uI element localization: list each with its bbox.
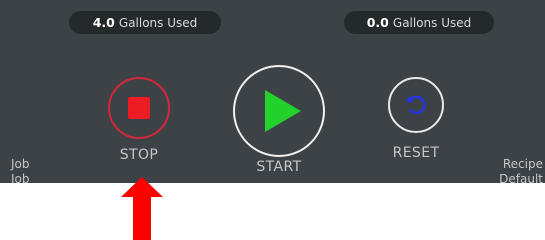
reset-label: RESET <box>392 145 440 161</box>
start-button-circle[interactable] <box>233 65 325 157</box>
recipe-value: Default <box>499 172 543 183</box>
recipe-heading: Recipe <box>502 157 543 171</box>
play-triangle-icon <box>265 90 301 132</box>
rotate-ccw-icon <box>405 95 426 114</box>
gallons-value-left: 4.0 <box>92 15 115 30</box>
start-label: START <box>256 159 302 175</box>
job-heading: Job <box>11 157 30 171</box>
gallons-unit-left: Gallons Used <box>118 15 198 30</box>
gallons-unit-right: Gallons Used <box>392 15 472 30</box>
start-button[interactable]: START <box>233 65 325 175</box>
control-panel: 4.0 Gallons Used 0.0 Gallons Used STOP S… <box>0 0 545 183</box>
up-arrow-icon <box>121 177 163 240</box>
reset-button-circle[interactable] <box>388 77 444 133</box>
job-info: Job Job <box>11 157 30 183</box>
recipe-info: Recipe Default <box>499 157 543 183</box>
gallons-used-right-badge: 0.0 Gallons Used <box>344 11 494 34</box>
gallons-used-left-badge: 4.0 Gallons Used <box>69 11 221 34</box>
reset-button[interactable]: RESET <box>388 77 444 161</box>
stop-square-icon <box>128 97 150 119</box>
stop-button-circle[interactable] <box>108 77 170 139</box>
stop-button[interactable]: STOP <box>108 77 170 163</box>
gallons-value-right: 0.0 <box>366 15 389 30</box>
stop-label: STOP <box>119 147 159 163</box>
job-value: Job <box>11 172 30 183</box>
